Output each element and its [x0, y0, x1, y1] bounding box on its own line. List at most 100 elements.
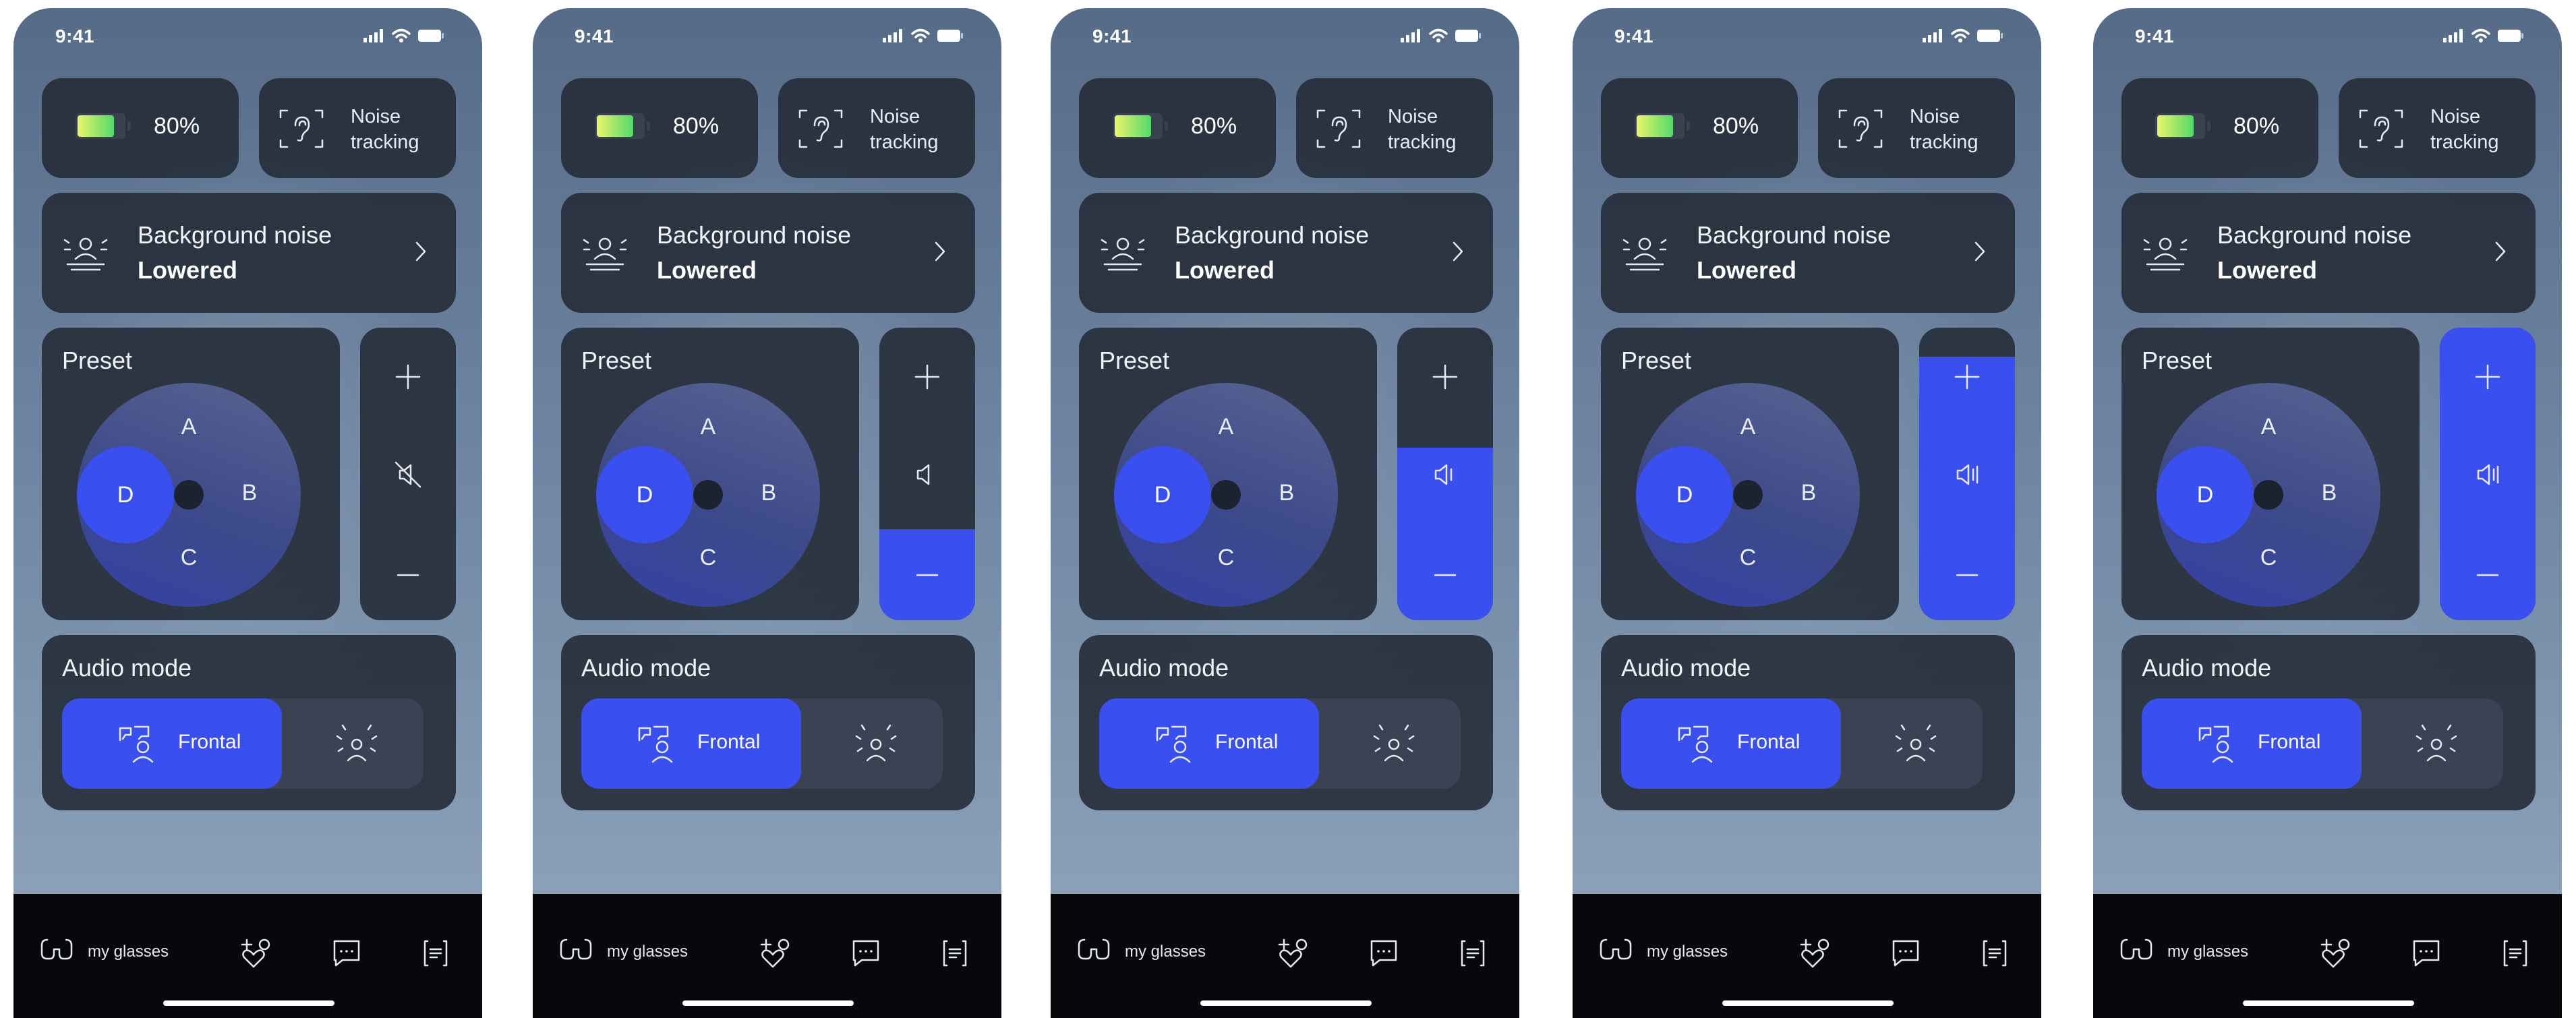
plus-icon[interactable] [394, 363, 422, 391]
document-tab-icon[interactable] [2500, 938, 2530, 968]
favorites-tab-icon[interactable] [1277, 937, 1311, 968]
surround-listening-icon[interactable] [1372, 721, 1416, 766]
audio-mode-frontal-button[interactable]: Frontal [2142, 698, 2362, 789]
surround-listening-icon[interactable] [334, 721, 379, 766]
minus-icon[interactable] [1431, 561, 1459, 589]
preset-dial[interactable]: A B C D [77, 383, 301, 607]
tab-bar: my glasses [13, 894, 482, 1018]
preset-option-b[interactable]: B [236, 480, 263, 506]
background-noise-icon [583, 237, 627, 271]
preset-option-a[interactable]: A [1734, 414, 1761, 440]
glasses-tab-icon[interactable] [2119, 936, 2154, 963]
minus-icon[interactable] [2473, 561, 2502, 589]
preset-dial[interactable]: A B C D [2157, 383, 2380, 607]
minus-icon[interactable] [913, 561, 941, 589]
background-noise-row[interactable]: Background noise Lowered [1601, 193, 2015, 313]
preset-option-a[interactable]: A [175, 414, 202, 440]
chat-tab-icon[interactable] [332, 938, 361, 968]
favorites-tab-icon[interactable] [240, 937, 274, 968]
preset-card: Preset A B C D [2121, 328, 2420, 620]
surround-listening-icon[interactable] [2414, 721, 2459, 766]
preset-dial[interactable]: A B C D [1636, 383, 1860, 607]
favorites-tab-icon[interactable] [2320, 937, 2353, 968]
chevron-right-icon [415, 241, 426, 262]
plus-icon[interactable] [2473, 363, 2502, 391]
volume-slider[interactable] [879, 328, 975, 620]
noise-tracking-button[interactable]: Noise tracking [1296, 78, 1493, 178]
preset-option-d-selected[interactable]: D [77, 446, 174, 543]
background-noise-icon [1101, 237, 1145, 271]
noise-tracking-label: Noise tracking [1388, 104, 1457, 155]
volume-slider[interactable] [360, 328, 456, 620]
preset-option-a[interactable]: A [695, 414, 722, 440]
plus-icon[interactable] [913, 363, 941, 391]
tab-my-glasses-label[interactable]: my glasses [607, 942, 688, 961]
audio-mode-frontal-button[interactable]: Frontal [62, 698, 282, 789]
preset-option-d-selected[interactable]: D [1636, 446, 1733, 543]
tab-my-glasses-label[interactable]: my glasses [2167, 942, 2248, 961]
audio-mode-frontal-button[interactable]: Frontal [581, 698, 801, 789]
background-noise-value: Lowered [138, 256, 238, 284]
preset-option-d-selected[interactable]: D [2157, 446, 2254, 543]
surround-listening-icon[interactable] [854, 721, 898, 766]
preset-option-b[interactable]: B [1273, 480, 1300, 506]
preset-option-c[interactable]: C [175, 545, 202, 571]
preset-card: Preset A B C D [1079, 328, 1377, 620]
volume-slider[interactable] [1919, 328, 2015, 620]
glasses-tab-icon[interactable] [558, 936, 593, 963]
minus-icon[interactable] [1953, 561, 1981, 589]
document-tab-icon[interactable] [940, 938, 970, 968]
noise-tracking-button[interactable]: Noise tracking [1818, 78, 2015, 178]
preset-dial[interactable]: A B C D [1114, 383, 1338, 607]
document-tab-icon[interactable] [421, 938, 450, 968]
noise-tracking-button[interactable]: Noise tracking [259, 78, 456, 178]
preset-dial[interactable]: A B C D [596, 383, 820, 607]
background-noise-title: Background noise [657, 221, 852, 249]
preset-option-b[interactable]: B [2316, 480, 2343, 506]
glasses-tab-icon[interactable] [39, 936, 74, 963]
tab-my-glasses-label[interactable]: my glasses [88, 942, 169, 961]
home-indicator [163, 1000, 334, 1006]
document-tab-icon[interactable] [1458, 938, 1488, 968]
audio-mode-frontal-button[interactable]: Frontal [1621, 698, 1841, 789]
volume-slider[interactable] [1397, 328, 1493, 620]
preset-option-d-selected[interactable]: D [596, 446, 693, 543]
tab-my-glasses-label[interactable]: my glasses [1125, 942, 1206, 961]
noise-tracking-button[interactable]: Noise tracking [2339, 78, 2536, 178]
audio-mode-frontal-label: Frontal [1215, 731, 1279, 753]
surround-listening-icon[interactable] [1894, 721, 1938, 766]
chat-tab-icon[interactable] [1891, 938, 1921, 968]
chat-tab-icon[interactable] [851, 938, 881, 968]
background-noise-row[interactable]: Background noise Lowered [1079, 193, 1493, 313]
background-noise-row[interactable]: Background noise Lowered [42, 193, 456, 313]
document-tab-icon[interactable] [1980, 938, 2010, 968]
background-noise-title: Background noise [2217, 221, 2412, 249]
tab-my-glasses-label[interactable]: my glasses [1647, 942, 1728, 961]
chevron-right-icon [1974, 241, 1985, 262]
audio-mode-frontal-button[interactable]: Frontal [1099, 698, 1319, 789]
preset-option-c[interactable]: C [1212, 545, 1239, 571]
plus-icon[interactable] [1431, 363, 1459, 391]
favorites-tab-icon[interactable] [759, 937, 793, 968]
favorites-tab-icon[interactable] [1799, 937, 1833, 968]
chevron-right-icon [2495, 241, 2506, 262]
preset-option-a[interactable]: A [1212, 414, 1239, 440]
chat-tab-icon[interactable] [2411, 938, 2441, 968]
chat-tab-icon[interactable] [1369, 938, 1399, 968]
plus-icon[interactable] [1953, 363, 1981, 391]
preset-card: Preset A B C D [1601, 328, 1899, 620]
noise-tracking-button[interactable]: Noise tracking [778, 78, 975, 178]
preset-option-c[interactable]: C [695, 545, 722, 571]
minus-icon[interactable] [394, 561, 422, 589]
preset-option-d-selected[interactable]: D [1114, 446, 1211, 543]
background-noise-row[interactable]: Background noise Lowered [561, 193, 975, 313]
preset-option-c[interactable]: C [1734, 545, 1761, 571]
preset-option-a[interactable]: A [2255, 414, 2282, 440]
glasses-tab-icon[interactable] [1598, 936, 1633, 963]
glasses-tab-icon[interactable] [1076, 936, 1111, 963]
preset-option-b[interactable]: B [1795, 480, 1822, 506]
volume-slider[interactable] [2440, 328, 2536, 620]
preset-option-c[interactable]: C [2255, 545, 2282, 571]
preset-option-b[interactable]: B [755, 480, 782, 506]
background-noise-row[interactable]: Background noise Lowered [2121, 193, 2536, 313]
